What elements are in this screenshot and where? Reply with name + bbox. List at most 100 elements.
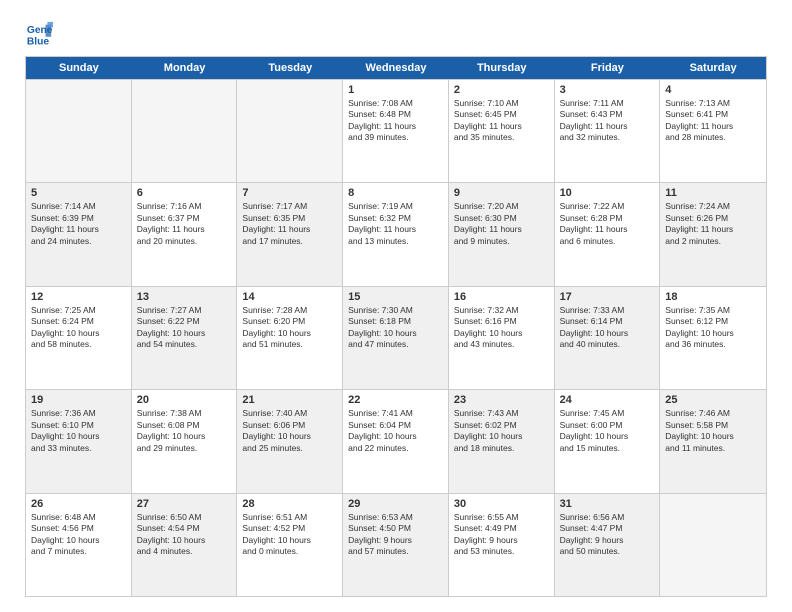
cell-info: Sunrise: 7:22 AM Sunset: 6:28 PM Dayligh… [560,201,655,247]
calendar-cell: 4 Sunrise: 7:13 AM Sunset: 6:41 PM Daylig… [660,80,766,182]
calendar-body: 1 Sunrise: 7:08 AM Sunset: 6:48 PM Daylig… [26,79,766,596]
calendar-cell: 14 Sunrise: 7:28 AM Sunset: 6:20 PM Dayli… [237,287,343,389]
calendar-row-2: 12 Sunrise: 7:25 AM Sunset: 6:24 PM Dayli… [26,286,766,389]
cell-info: Sunrise: 7:46 AM Sunset: 5:58 PM Dayligh… [665,408,761,454]
calendar-cell: 11 Sunrise: 7:24 AM Sunset: 6:26 PM Dayli… [660,183,766,285]
cell-info: Sunrise: 7:32 AM Sunset: 6:16 PM Dayligh… [454,305,549,351]
cell-info: Sunrise: 7:33 AM Sunset: 6:14 PM Dayligh… [560,305,655,351]
calendar-cell: 16 Sunrise: 7:32 AM Sunset: 6:16 PM Dayli… [449,287,555,389]
logo: General Blue [25,20,53,48]
calendar-cell: 8 Sunrise: 7:19 AM Sunset: 6:32 PM Daylig… [343,183,449,285]
calendar-cell: 1 Sunrise: 7:08 AM Sunset: 6:48 PM Daylig… [343,80,449,182]
day-number: 21 [242,394,337,406]
cell-info: Sunrise: 7:25 AM Sunset: 6:24 PM Dayligh… [31,305,126,351]
cell-info: Sunrise: 7:35 AM Sunset: 6:12 PM Dayligh… [665,305,761,351]
day-number: 28 [242,498,337,510]
day-number: 23 [454,394,549,406]
cell-info: Sunrise: 6:51 AM Sunset: 4:52 PM Dayligh… [242,512,337,558]
calendar-cell: 12 Sunrise: 7:25 AM Sunset: 6:24 PM Dayli… [26,287,132,389]
calendar-cell: 26 Sunrise: 6:48 AM Sunset: 4:56 PM Dayli… [26,494,132,596]
cell-info: Sunrise: 7:16 AM Sunset: 6:37 PM Dayligh… [137,201,232,247]
calendar-cell: 5 Sunrise: 7:14 AM Sunset: 6:39 PM Daylig… [26,183,132,285]
cell-info: Sunrise: 7:08 AM Sunset: 6:48 PM Dayligh… [348,98,443,144]
day-number: 24 [560,394,655,406]
day-number: 25 [665,394,761,406]
page-header: General Blue [25,20,767,48]
day-number: 15 [348,291,443,303]
day-number: 1 [348,84,443,96]
header-day-saturday: Saturday [660,57,766,79]
cell-info: Sunrise: 7:19 AM Sunset: 6:32 PM Dayligh… [348,201,443,247]
header-day-wednesday: Wednesday [343,57,449,79]
calendar-cell: 30 Sunrise: 6:55 AM Sunset: 4:49 PM Dayli… [449,494,555,596]
day-number: 10 [560,187,655,199]
calendar-cell: 6Sunrise: 7:16 AM Sunset: 6:37 PM Daylig… [132,183,238,285]
day-number: 11 [665,187,761,199]
cell-info: Sunrise: 7:17 AM Sunset: 6:35 PM Dayligh… [242,201,337,247]
cell-info: Sunrise: 7:43 AM Sunset: 6:02 PM Dayligh… [454,408,549,454]
cell-info: Sunrise: 7:20 AM Sunset: 6:30 PM Dayligh… [454,201,549,247]
calendar-cell: 19 Sunrise: 7:36 AM Sunset: 6:10 PM Dayli… [26,390,132,492]
day-number: 12 [31,291,126,303]
calendar-cell [237,80,343,182]
day-number: 22 [348,394,443,406]
cell-info: Sunrise: 7:38 AM Sunset: 6:08 PM Dayligh… [137,408,232,454]
day-number: 30 [454,498,549,510]
calendar-cell: 15 Sunrise: 7:30 AM Sunset: 6:18 PM Dayli… [343,287,449,389]
cell-info: Sunrise: 7:11 AM Sunset: 6:43 PM Dayligh… [560,98,655,144]
calendar-cell: 7 Sunrise: 7:17 AM Sunset: 6:35 PM Daylig… [237,183,343,285]
calendar-cell: 21 Sunrise: 7:40 AM Sunset: 6:06 PM Dayli… [237,390,343,492]
day-number: 8 [348,187,443,199]
day-number: 7 [242,187,337,199]
header-day-monday: Monday [132,57,238,79]
calendar-cell: 23 Sunrise: 7:43 AM Sunset: 6:02 PM Dayli… [449,390,555,492]
cell-info: Sunrise: 7:10 AM Sunset: 6:45 PM Dayligh… [454,98,549,144]
calendar-cell [132,80,238,182]
calendar-row-1: 5 Sunrise: 7:14 AM Sunset: 6:39 PM Daylig… [26,182,766,285]
calendar-cell: 31 Sunrise: 6:56 AM Sunset: 4:47 PM Dayli… [555,494,661,596]
cell-info: Sunrise: 6:48 AM Sunset: 4:56 PM Dayligh… [31,512,126,558]
day-number: 26 [31,498,126,510]
day-number: 13 [137,291,232,303]
cell-info: Sunrise: 6:55 AM Sunset: 4:49 PM Dayligh… [454,512,549,558]
calendar-cell [26,80,132,182]
calendar-cell: 3 Sunrise: 7:11 AM Sunset: 6:43 PM Daylig… [555,80,661,182]
day-number: 2 [454,84,549,96]
header-day-sunday: Sunday [26,57,132,79]
day-number: 4 [665,84,761,96]
cell-info: Sunrise: 7:30 AM Sunset: 6:18 PM Dayligh… [348,305,443,351]
cell-info: Sunrise: 7:41 AM Sunset: 6:04 PM Dayligh… [348,408,443,454]
calendar-cell: 17 Sunrise: 7:33 AM Sunset: 6:14 PM Dayli… [555,287,661,389]
cell-info: Sunrise: 7:14 AM Sunset: 6:39 PM Dayligh… [31,201,126,247]
cell-info: Sunrise: 7:40 AM Sunset: 6:06 PM Dayligh… [242,408,337,454]
cell-info: Sunrise: 6:50 AM Sunset: 4:54 PM Dayligh… [137,512,232,558]
day-number: 16 [454,291,549,303]
day-number: 3 [560,84,655,96]
cell-info: Sunrise: 6:56 AM Sunset: 4:47 PM Dayligh… [560,512,655,558]
day-number: 31 [560,498,655,510]
calendar-cell: 20 Sunrise: 7:38 AM Sunset: 6:08 PM Dayli… [132,390,238,492]
cell-info: Sunrise: 7:24 AM Sunset: 6:26 PM Dayligh… [665,201,761,247]
cell-info: Sunrise: 7:13 AM Sunset: 6:41 PM Dayligh… [665,98,761,144]
cell-info: Sunrise: 7:28 AM Sunset: 6:20 PM Dayligh… [242,305,337,351]
header-day-thursday: Thursday [449,57,555,79]
day-number: 17 [560,291,655,303]
cell-info: Sunrise: 7:36 AM Sunset: 6:10 PM Dayligh… [31,408,126,454]
day-number: 19 [31,394,126,406]
calendar-cell: 28 Sunrise: 6:51 AM Sunset: 4:52 PM Dayli… [237,494,343,596]
day-number: 29 [348,498,443,510]
calendar-row-4: 26 Sunrise: 6:48 AM Sunset: 4:56 PM Dayli… [26,493,766,596]
logo-icon: General Blue [25,20,53,48]
svg-text:Blue: Blue [27,36,50,47]
calendar-cell: 24Sunrise: 7:45 AM Sunset: 6:00 PM Dayli… [555,390,661,492]
day-number: 14 [242,291,337,303]
header-day-tuesday: Tuesday [237,57,343,79]
day-number: 5 [31,187,126,199]
day-number: 20 [137,394,232,406]
calendar: SundayMondayTuesdayWednesdayThursdayFrid… [25,56,767,597]
day-number: 27 [137,498,232,510]
calendar-cell: 18Sunrise: 7:35 AM Sunset: 6:12 PM Dayli… [660,287,766,389]
calendar-cell: 10 Sunrise: 7:22 AM Sunset: 6:28 PM Dayli… [555,183,661,285]
calendar-cell: 9Sunrise: 7:20 AM Sunset: 6:30 PM Daylig… [449,183,555,285]
calendar-cell: 25 Sunrise: 7:46 AM Sunset: 5:58 PM Dayli… [660,390,766,492]
